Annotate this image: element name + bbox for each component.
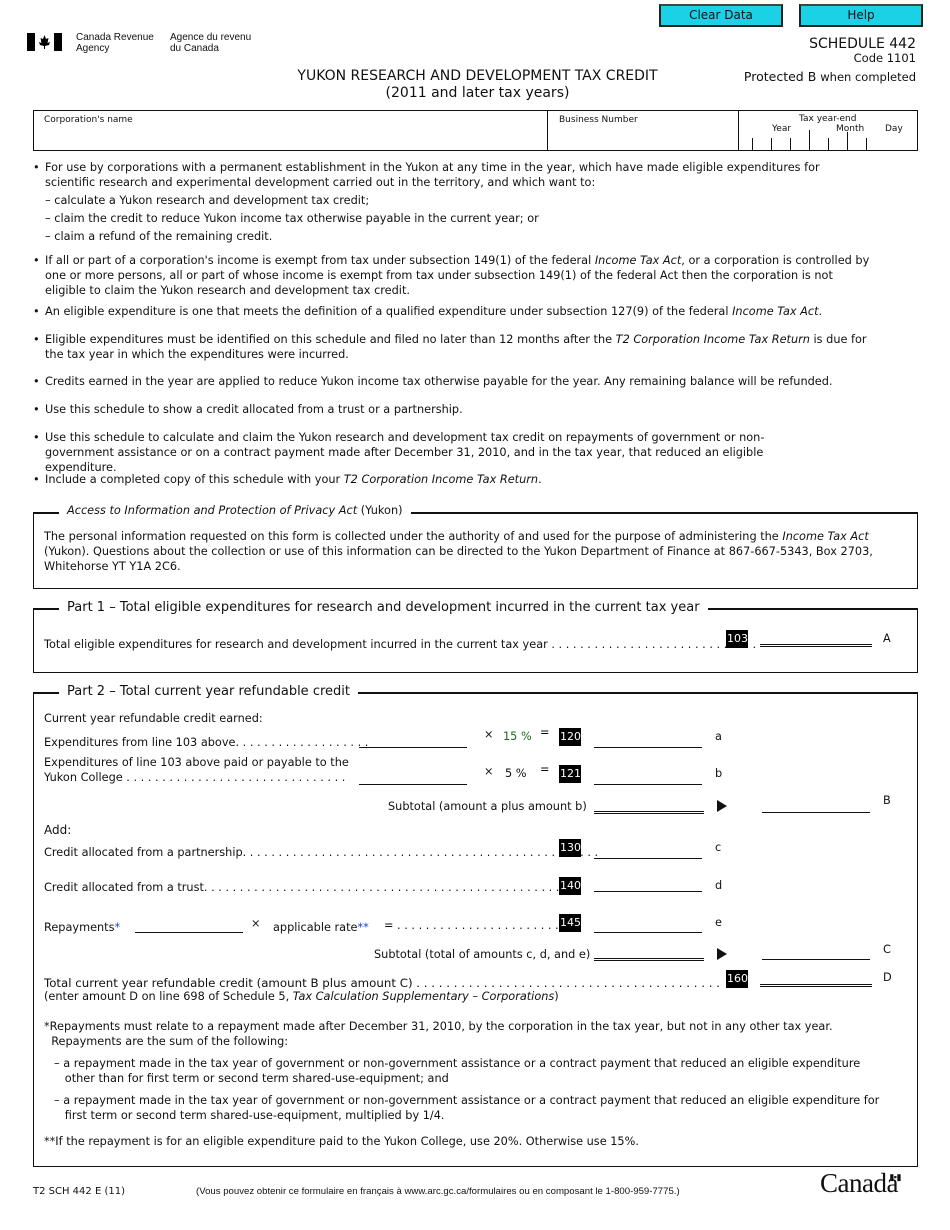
bullet-6: • Use this schedule to show a credit allo… xyxy=(33,403,463,416)
clear-data-button[interactable]: Clear Data xyxy=(659,4,783,27)
canada-wordmark: Canada ▮▪▮ xyxy=(820,1168,901,1198)
partnership-label: Credit allocated from a partnership. . .… xyxy=(44,846,599,859)
college-line-label-2: Yukon College . . . . . . . . . . . . . … xyxy=(44,771,346,784)
agency-name-en: Canada Revenue Agency xyxy=(76,32,154,54)
part-1-title: Part 1 – Total eligible expenditures for… xyxy=(59,600,708,615)
applicable-rate-label: applicable rate** xyxy=(273,921,369,934)
corporation-name-input[interactable] xyxy=(39,126,544,148)
canada-flag-icon xyxy=(27,33,62,51)
repayments-label: Repayments* xyxy=(44,921,121,934)
rate-15: 15 % xyxy=(503,730,532,743)
expenditures-line-label: Expenditures from line 103 above. . . . … xyxy=(44,736,369,749)
agency-name-fr: Agence du revenu du Canada xyxy=(170,32,252,54)
subtotal-ab-label: Subtotal (amount a plus amount b) xyxy=(388,800,587,813)
subtotal-cde-input[interactable] xyxy=(594,958,704,961)
equals-sign: = xyxy=(540,763,550,776)
part-1-line-label: Total eligible expenditures for research… xyxy=(44,638,757,651)
college-line-label: Expenditures of line 103 above paid or p… xyxy=(44,756,349,769)
line-160-input[interactable] xyxy=(760,984,872,987)
arrow-right-icon xyxy=(717,800,727,812)
footnote-item-2: – a repayment made in the tax year of go… xyxy=(54,1094,880,1122)
privacy-text: The personal information requested on th… xyxy=(44,530,873,573)
line-code-103: 103 xyxy=(726,630,748,648)
expenditures-input[interactable] xyxy=(359,747,467,748)
trust-label: Credit allocated from a trust. . . . . .… xyxy=(44,881,581,894)
line-145-input[interactable] xyxy=(594,932,702,933)
page-title: YUKON RESEARCH AND DEVELOPMENT TAX CREDI… xyxy=(297,68,658,101)
schedule-number: SCHEDULE 442 xyxy=(809,36,916,52)
form-code: Code 1101 xyxy=(853,51,916,65)
form-number: T2 SCH 442 E (11) xyxy=(33,1186,125,1197)
equals-sign: = xyxy=(540,726,550,739)
line-120-input[interactable] xyxy=(594,747,702,748)
line-code-130: 130 xyxy=(559,839,581,857)
arrow-right-icon xyxy=(717,948,727,960)
year-label: Year xyxy=(772,124,792,134)
repayments-input[interactable] xyxy=(135,932,243,933)
line-code-120: 120 xyxy=(559,728,581,746)
identification-box: Corporation's name Business Number Tax y… xyxy=(33,110,918,151)
day-label: Day xyxy=(885,124,903,134)
protected-label: Protected B when completed xyxy=(743,69,916,84)
part-1-section: Part 1 – Total eligible expenditures for… xyxy=(33,600,918,673)
footnote-rate: **If the repayment is for an eligible ex… xyxy=(44,1135,639,1148)
schedule-442-form: Clear Data Help Canada Revenue Agency Age… xyxy=(0,0,950,1230)
amount-letter-e: e xyxy=(715,916,722,929)
amount-letter-B: B xyxy=(883,794,891,807)
multiply-sign: × xyxy=(251,917,261,930)
line-140-input[interactable] xyxy=(594,891,702,892)
line-code-140: 140 xyxy=(559,877,581,895)
privacy-legend: Access to Information and Protection of … xyxy=(59,504,411,517)
amount-c-input[interactable] xyxy=(762,959,870,960)
earned-label: Current year refundable credit earned: xyxy=(44,712,263,725)
bullet-3: • An eligible expenditure is one that mee… xyxy=(33,305,823,318)
business-number-input[interactable] xyxy=(552,126,737,148)
amount-letter-d: d xyxy=(715,879,723,892)
multiply-sign: × xyxy=(484,728,494,741)
amount-letter-a: A xyxy=(883,632,891,645)
college-expenditures-input[interactable] xyxy=(359,784,467,785)
help-button[interactable]: Help xyxy=(799,4,923,27)
tax-year-end-label: Tax year-end xyxy=(799,114,857,124)
amount-letter-C: C xyxy=(883,943,891,956)
line-103-input[interactable] xyxy=(760,644,872,647)
part-2-title: Part 2 – Total current year refundable c… xyxy=(59,684,358,699)
subtotal-ab-input[interactable] xyxy=(594,811,704,814)
add-label: Add: xyxy=(44,823,72,837)
line-130-input[interactable] xyxy=(594,858,702,859)
bullet-2: • If all or part of a corporation's incom… xyxy=(33,254,870,297)
rate-dots: = . . . . . . . . . . . . . . . . . . . … xyxy=(384,919,559,932)
amount-letter-b-small: b xyxy=(715,767,723,780)
business-number-label: Business Number xyxy=(559,115,638,125)
bullet-8: • Include a completed copy of this schedu… xyxy=(33,473,542,486)
amount-letter-a-small: a xyxy=(715,730,722,743)
bullet-1: • For use by corporations with a permanen… xyxy=(33,161,820,243)
french-version-note: (Vous pouvez obtenir ce formulaire en fr… xyxy=(196,1186,680,1197)
bullet-5: • Credits earned in the year are applied … xyxy=(33,375,833,388)
total-credit-note: (enter amount D on line 698 of Schedule … xyxy=(44,990,559,1003)
line-121-input[interactable] xyxy=(594,784,702,785)
subtotal-cde-label: Subtotal (total of amounts c, d, and e) xyxy=(374,948,591,961)
multiply-sign: × xyxy=(484,765,494,778)
footnote-item-1: – a repayment made in the tax year of go… xyxy=(54,1057,861,1085)
line-code-160: 160 xyxy=(726,970,748,988)
amount-b-input[interactable] xyxy=(762,812,870,813)
amount-letter-c: c xyxy=(715,841,722,854)
corporation-name-label: Corporation's name xyxy=(44,115,133,125)
line-code-121: 121 xyxy=(559,765,581,783)
bullet-7: • Use this schedule to calculate and clai… xyxy=(33,431,765,474)
bullet-4: • Eligible expenditures must be identifie… xyxy=(33,333,867,361)
part-2-section: Part 2 – Total current year refundable c… xyxy=(33,684,918,1167)
amount-letter-D: D xyxy=(883,971,892,984)
month-label: Month xyxy=(836,124,865,134)
total-credit-label: Total current year refundable credit (am… xyxy=(44,976,724,990)
tax-year-end-input[interactable] xyxy=(752,130,912,150)
rate-5: 5 % xyxy=(505,767,527,780)
line-code-145: 145 xyxy=(559,914,581,932)
footnote-repayments: *Repayments must relate to a repayment m… xyxy=(44,1020,833,1048)
privacy-section: Access to Information and Protection of … xyxy=(33,504,918,589)
